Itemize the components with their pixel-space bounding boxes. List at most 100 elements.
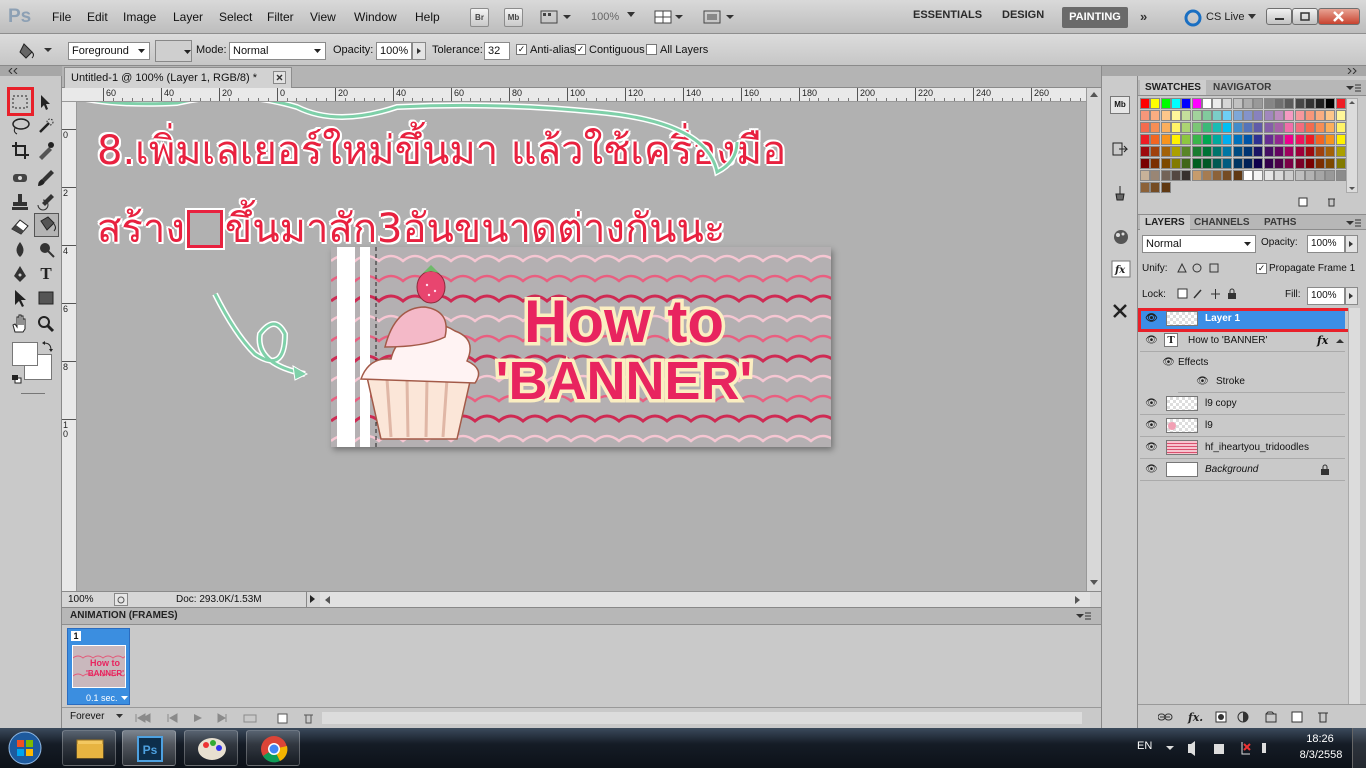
minimize-button[interactable] <box>1266 8 1292 25</box>
paint-bucket-tool-icon[interactable] <box>34 213 59 237</box>
document-tab[interactable]: Untitled-1 @ 100% (Layer 1, RGB/8) * <box>64 67 292 88</box>
color-swatch[interactable] <box>1222 98 1233 109</box>
color-swatch[interactable] <box>1294 158 1305 169</box>
workspace-painting[interactable]: PAINTING <box>1062 7 1128 28</box>
history-brush-tool-icon[interactable] <box>34 191 58 213</box>
cs-live-dropdown-icon[interactable] <box>1248 14 1256 20</box>
layer-row-stroke[interactable]: 👁 Stroke <box>1178 371 1345 393</box>
tab-swatches[interactable]: SWATCHES <box>1140 80 1206 95</box>
color-swatch[interactable] <box>1243 110 1253 121</box>
color-swatch[interactable] <box>1304 158 1315 169</box>
rectangular-marquee-tool-icon[interactable] <box>8 91 32 113</box>
status-zoom[interactable]: 100% <box>68 594 94 605</box>
color-swatch[interactable] <box>1191 170 1202 181</box>
color-swatch[interactable] <box>1263 146 1274 157</box>
color-swatch[interactable] <box>1335 122 1346 133</box>
color-swatch[interactable] <box>1232 98 1243 109</box>
layer-name[interactable]: l9 copy <box>1205 393 1237 414</box>
layer-opacity-slider-button[interactable] <box>1345 235 1358 253</box>
tools-presets-panel-icon[interactable] <box>1111 302 1131 320</box>
color-swatch[interactable] <box>1335 98 1346 109</box>
clock-time[interactable]: 18:26 <box>1302 733 1338 745</box>
color-swatch[interactable] <box>1150 158 1161 169</box>
more-workspaces-icon[interactable]: » <box>1140 9 1147 24</box>
color-swatch[interactable] <box>1253 158 1264 169</box>
color-swatch[interactable] <box>1304 122 1315 133</box>
color-swatch[interactable] <box>1212 170 1223 181</box>
crop-tool-icon[interactable] <box>8 139 32 161</box>
taskbar-paint[interactable] <box>184 730 238 766</box>
color-swatch[interactable] <box>1170 98 1181 109</box>
vertical-scrollbar[interactable] <box>1086 88 1101 591</box>
color-swatch[interactable] <box>1140 134 1150 145</box>
color-swatch[interactable] <box>1160 98 1171 109</box>
close-document-icon[interactable] <box>273 71 286 84</box>
color-swatch[interactable] <box>1212 134 1223 145</box>
horizontal-scrollbar[interactable] <box>320 592 1090 607</box>
minibridge-panel-icon[interactable]: Mb <box>1110 96 1130 114</box>
layer-name[interactable]: Background <box>1205 459 1258 480</box>
color-swatch[interactable] <box>1232 170 1243 181</box>
color-swatch[interactable] <box>1294 98 1305 109</box>
color-swatch[interactable] <box>1273 158 1284 169</box>
color-swatch[interactable] <box>1181 110 1192 121</box>
color-swatch[interactable] <box>1201 98 1212 109</box>
color-swatch[interactable] <box>1150 122 1161 133</box>
color-swatch[interactable] <box>1315 146 1326 157</box>
color-swatch[interactable] <box>1315 98 1326 109</box>
color-swatch[interactable] <box>1253 146 1264 157</box>
color-swatch[interactable] <box>1294 122 1305 133</box>
all-layers-checkbox[interactable] <box>646 44 657 55</box>
zoom-dropdown-icon[interactable] <box>627 12 635 18</box>
color-swatch[interactable] <box>1150 182 1161 193</box>
color-swatch[interactable] <box>1335 134 1346 145</box>
color-swatch[interactable] <box>1263 98 1274 109</box>
color-swatch[interactable] <box>1222 158 1233 169</box>
tolerance-input[interactable]: 32 <box>484 42 510 60</box>
color-swatch[interactable] <box>1222 170 1233 181</box>
color-swatch[interactable] <box>1140 110 1150 121</box>
color-swatch[interactable] <box>1140 170 1150 181</box>
visibility-eye-icon[interactable]: 👁 <box>1145 420 1158 431</box>
color-swatch[interactable] <box>1335 146 1346 157</box>
color-swatch[interactable] <box>1273 122 1284 133</box>
color-swatch[interactable] <box>1191 146 1202 157</box>
opacity-input[interactable]: 100% <box>376 42 412 60</box>
mode-select[interactable]: Normal <box>229 42 326 60</box>
tab-channels[interactable]: CHANNELS <box>1189 215 1255 230</box>
visibility-eye-icon[interactable]: 👁 <box>1145 398 1158 409</box>
color-swatch[interactable] <box>1232 134 1243 145</box>
color-swatch[interactable] <box>1232 146 1243 157</box>
color-swatch[interactable] <box>1315 110 1326 121</box>
color-swatch[interactable] <box>1232 110 1243 121</box>
color-swatch[interactable] <box>1325 158 1336 169</box>
layer-row-l9-copy[interactable]: 👁 l9 copy <box>1140 393 1345 415</box>
color-swatch[interactable] <box>1304 110 1315 121</box>
color-swatch[interactable] <box>1315 170 1326 181</box>
color-swatch[interactable] <box>1212 122 1223 133</box>
fill-input[interactable]: 100% <box>1307 287 1345 305</box>
zoom-tool-icon[interactable] <box>34 313 58 335</box>
animation-tab[interactable]: ANIMATION (FRAMES) <box>62 608 1101 625</box>
color-swatch[interactable] <box>1325 134 1336 145</box>
color-swatch[interactable] <box>1294 134 1305 145</box>
color-swatch[interactable] <box>1232 122 1243 133</box>
fill-slider-button[interactable] <box>1345 287 1358 305</box>
view-extras-icon[interactable] <box>540 9 572 25</box>
color-swatch[interactable] <box>1212 158 1223 169</box>
menu-layer[interactable]: Layer <box>173 10 203 24</box>
styles-panel-icon[interactable]: fx <box>1111 260 1131 278</box>
color-swatch[interactable] <box>1284 122 1295 133</box>
hand-tool-icon[interactable] <box>8 313 32 335</box>
swatch-grid[interactable] <box>1140 98 1346 194</box>
animation-panel-menu-icon[interactable] <box>1076 612 1092 622</box>
color-swatch[interactable] <box>1284 146 1295 157</box>
color-swatch[interactable] <box>1315 134 1326 145</box>
dodge-tool-icon[interactable] <box>34 239 58 261</box>
color-swatch[interactable] <box>1273 170 1284 181</box>
menu-view[interactable]: View <box>310 10 336 24</box>
color-swatch[interactable] <box>1243 158 1253 169</box>
color-swatch[interactable] <box>1181 146 1192 157</box>
color-swatch[interactable] <box>1253 110 1264 121</box>
frame-delay[interactable]: 0.1 sec. <box>86 693 118 703</box>
